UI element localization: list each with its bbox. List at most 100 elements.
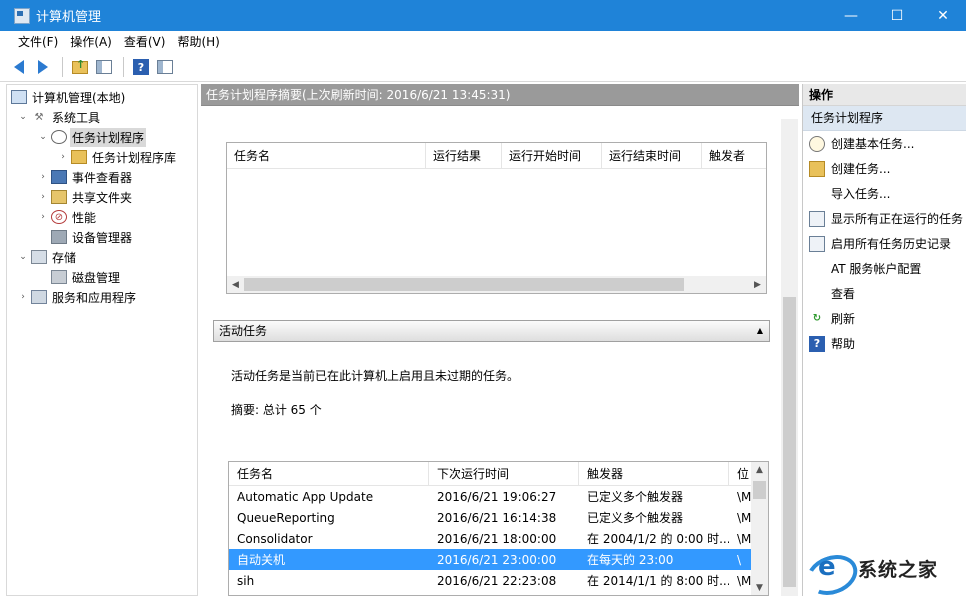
scroll-thumb[interactable] [244,278,684,291]
action-pane-icon [157,60,173,74]
cell-loc: \ [737,552,742,567]
menu-file[interactable]: 文件(F) [12,31,64,53]
storage-icon [31,250,47,264]
expand-chevron-icon[interactable]: › [37,192,49,202]
action-spacer [809,286,825,302]
tree-item[interactable]: › ⊘ 性能 [7,207,197,227]
table-row[interactable]: sih 2016/6/21 22:23:08 在 2014/1/1 的 8:00 时… [229,570,768,591]
action-item[interactable]: 启用所有任务历史记录 [803,231,966,256]
expand-chevron-icon[interactable]: › [37,212,49,222]
tree-item[interactable]: ⌄ 任务计划程序 [7,127,197,147]
scroll-down-icon[interactable]: ▼ [751,580,768,595]
forward-button[interactable] [32,56,54,78]
watermark-text: 系统之家 [858,558,939,581]
running-tasks-icon [809,210,825,227]
watermark: 系统之家 [798,540,966,596]
action-item[interactable]: 创建基本任务... [803,131,966,156]
expand-chevron-icon[interactable]: ⌄ [17,112,29,122]
help-button[interactable]: ? [130,56,152,78]
minimize-button[interactable]: — [828,0,874,31]
clock-icon [51,130,67,144]
tree-item[interactable]: 磁盘管理 [7,267,197,287]
scroll-thumb[interactable] [753,481,766,499]
scroll-up-icon[interactable]: ▲ [751,462,768,479]
column-next-run[interactable]: 下次运行时间 [429,462,579,486]
column-task-name[interactable]: 任务名 [229,462,429,486]
active-tasks-section[interactable]: 活动任务 ▲ [213,320,770,342]
column-run-result[interactable]: 运行结果 [426,142,502,169]
expand-chevron-icon[interactable]: › [17,292,29,302]
computer-icon [11,90,27,104]
menu-bar: 文件(F) 操作(A) 查看(V) 帮助(H) [0,31,966,53]
collapse-icon[interactable]: ▲ [757,321,763,341]
tree-item[interactable]: › 服务和应用程序 [7,287,197,307]
column-trigger[interactable]: 触发器 [579,462,729,486]
tree-item[interactable]: › 任务计划程序库 [7,147,197,167]
maximize-button[interactable]: ☐ [874,0,920,31]
expand-chevron-icon[interactable]: › [57,152,69,162]
app-icon [14,7,30,24]
table-row[interactable]: Automatic App Update 2016/6/21 19:06:27 已定… [229,486,768,507]
column-run-start[interactable]: 运行开始时间 [502,142,602,169]
table-row[interactable]: QueueReporting 2016/6/21 16:14:38 已定义多个触发器… [229,507,768,528]
action-label: 查看 [831,287,856,301]
up-level-button[interactable] [69,56,91,78]
table-row[interactable]: Consolidator 2016/6/21 18:00:00 在 2004/1/2… [229,528,768,549]
tree-item-label: 计算机管理(本地) [32,90,126,105]
actions-pane: 操作 任务计划程序 创建基本任务... 创建任务... 导入任务... 显示所有正在运… [802,84,966,596]
tree-item[interactable]: › 共享文件夹 [7,187,197,207]
expand-chevron-icon[interactable]: ⌄ [17,252,29,262]
cell-trigger: 在 2004/1/2 的 0:00 时... [587,532,729,546]
actions-subheader[interactable]: 任务计划程序 [803,106,966,131]
folder-up-icon [72,58,88,74]
cell-next: 2016/6/21 16:14:38 [437,510,557,525]
tree-item[interactable]: ⌄ 存储 [7,247,197,267]
column-location[interactable]: 位 [729,462,753,486]
event-viewer-icon [51,170,67,184]
column-task-name[interactable]: 任务名 [227,142,426,169]
menu-view[interactable]: 查看(V) [118,31,172,53]
tree-item[interactable]: 计算机管理(本地) [7,87,197,107]
cell-next: 2016/6/21 23:00:00 [437,552,557,567]
close-button[interactable]: ✕ [920,0,966,31]
expand-chevron-icon[interactable]: › [37,172,49,182]
action-item[interactable]: ↻ 刷新 [803,306,966,331]
action-item[interactable]: AT 服务帐户配置 [803,256,966,281]
action-item[interactable]: 导入任务... [803,181,966,206]
tree-item[interactable]: 设备管理器 [7,227,197,247]
action-item[interactable]: ? 帮助 [803,331,966,356]
cell-next: 2016/6/21 19:06:27 [437,489,557,504]
device-manager-icon [51,230,67,244]
summary-vscrollbar[interactable] [781,119,798,596]
shared-folder-icon [51,190,67,204]
cell-name: 自动关机 [237,553,286,567]
menu-action[interactable]: 操作(A) [64,31,118,53]
show-hide-action-pane-button[interactable] [154,56,176,78]
action-spacer [809,261,825,277]
window-title: 计算机管理 [36,10,102,25]
action-item[interactable]: 创建任务... [803,156,966,181]
back-button[interactable] [8,56,30,78]
active-tasks-description: 活动任务是当前已在此计算机上启用且未过期的任务。 [231,369,520,383]
menu-help[interactable]: 帮助(H) [171,31,225,53]
action-item[interactable]: 查看 [803,281,966,306]
tree-item[interactable]: › 事件查看器 [7,167,197,187]
toolbar-separator [123,57,124,77]
tree-item-label: 服务和应用程序 [52,290,137,305]
column-triggered-by[interactable]: 触发者 [702,143,766,169]
scroll-thumb[interactable] [783,297,796,587]
scroll-left-icon[interactable]: ◀ [227,280,244,290]
active-tasks-rows: Automatic App Update 2016/6/21 19:06:27 已定… [229,486,768,591]
cell-loc: \M [737,531,752,546]
active-tasks-vscrollbar[interactable]: ▲ ▼ [751,462,768,595]
cell-trigger: 在每天的 23:00 [587,553,674,567]
show-hide-tree-button[interactable] [93,56,115,78]
tree-item[interactable]: ⌄ ⚒ 系统工具 [7,107,197,127]
action-item[interactable]: 显示所有正在运行的任务 [803,206,966,231]
expand-chevron-icon[interactable]: ⌄ [37,132,49,142]
cell-loc: \M [737,573,752,588]
task-status-hscrollbar[interactable]: ◀ ▶ [227,276,766,293]
column-run-end[interactable]: 运行结束时间 [602,142,702,169]
scroll-right-icon[interactable]: ▶ [749,280,766,290]
table-row[interactable]: 自动关机 2016/6/21 23:00:00 在每天的 23:00 \ [229,549,768,570]
